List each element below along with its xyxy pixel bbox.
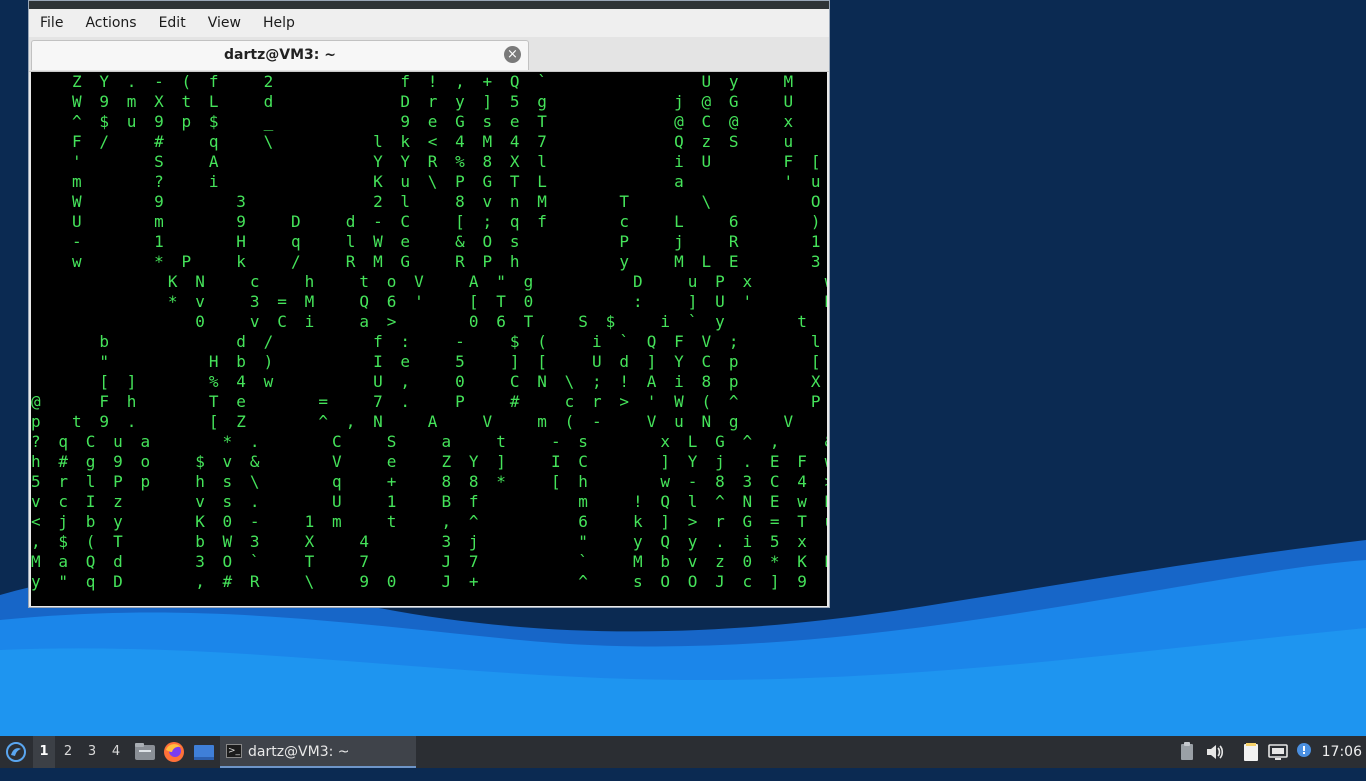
network-icon[interactable]: [1267, 741, 1289, 763]
clock[interactable]: 17:06: [1322, 736, 1362, 768]
terminal-tab[interactable]: dartz@VM3: ~ ×: [31, 40, 529, 70]
notes-icon[interactable]: [1240, 741, 1262, 763]
window-titlebar[interactable]: [29, 1, 829, 9]
clipboard-icon[interactable]: [1176, 741, 1198, 763]
tab-close-icon[interactable]: ×: [504, 46, 521, 63]
volume-icon[interactable]: [1204, 741, 1226, 763]
menu-view[interactable]: View: [197, 9, 252, 37]
firefox-icon[interactable]: [162, 740, 186, 764]
menu-bar: File Actions Edit View Help: [29, 9, 829, 37]
workspace-4[interactable]: 4: [105, 736, 127, 768]
menu-file[interactable]: File: [29, 9, 74, 37]
file-manager-icon[interactable]: [133, 740, 157, 764]
show-desktop-icon[interactable]: [192, 740, 216, 764]
menu-help[interactable]: Help: [252, 9, 306, 37]
matrix-rain-text: Z Y . - ( f 2 f ! , + Q ` U y M ` W 9 m …: [31, 72, 827, 591]
terminal-output[interactable]: Z Y . - ( f 2 f ! , + Q ` U y M ` W 9 m …: [31, 72, 827, 606]
task-label: dartz@VM3: ~: [248, 744, 350, 760]
menu-edit[interactable]: Edit: [148, 9, 197, 37]
workspace-1[interactable]: 1: [33, 736, 55, 768]
workspace-2[interactable]: 2: [57, 736, 79, 768]
task-terminal-button[interactable]: >_ dartz@VM3: ~: [220, 736, 416, 768]
taskbar: 1 2 3 4 >_ dartz@VM3: ~ 17:06: [0, 736, 1366, 768]
start-menu-icon[interactable]: [4, 736, 28, 768]
terminal-window[interactable]: File Actions Edit View Help dartz@VM3: ~…: [28, 0, 830, 608]
menu-actions[interactable]: Actions: [74, 9, 147, 37]
terminal-icon: >_: [226, 744, 242, 758]
workspace-3[interactable]: 3: [81, 736, 103, 768]
tab-title: dartz@VM3: ~: [224, 47, 336, 63]
tab-bar: dartz@VM3: ~ ×: [29, 37, 829, 72]
update-notification-icon[interactable]: [1294, 741, 1316, 763]
